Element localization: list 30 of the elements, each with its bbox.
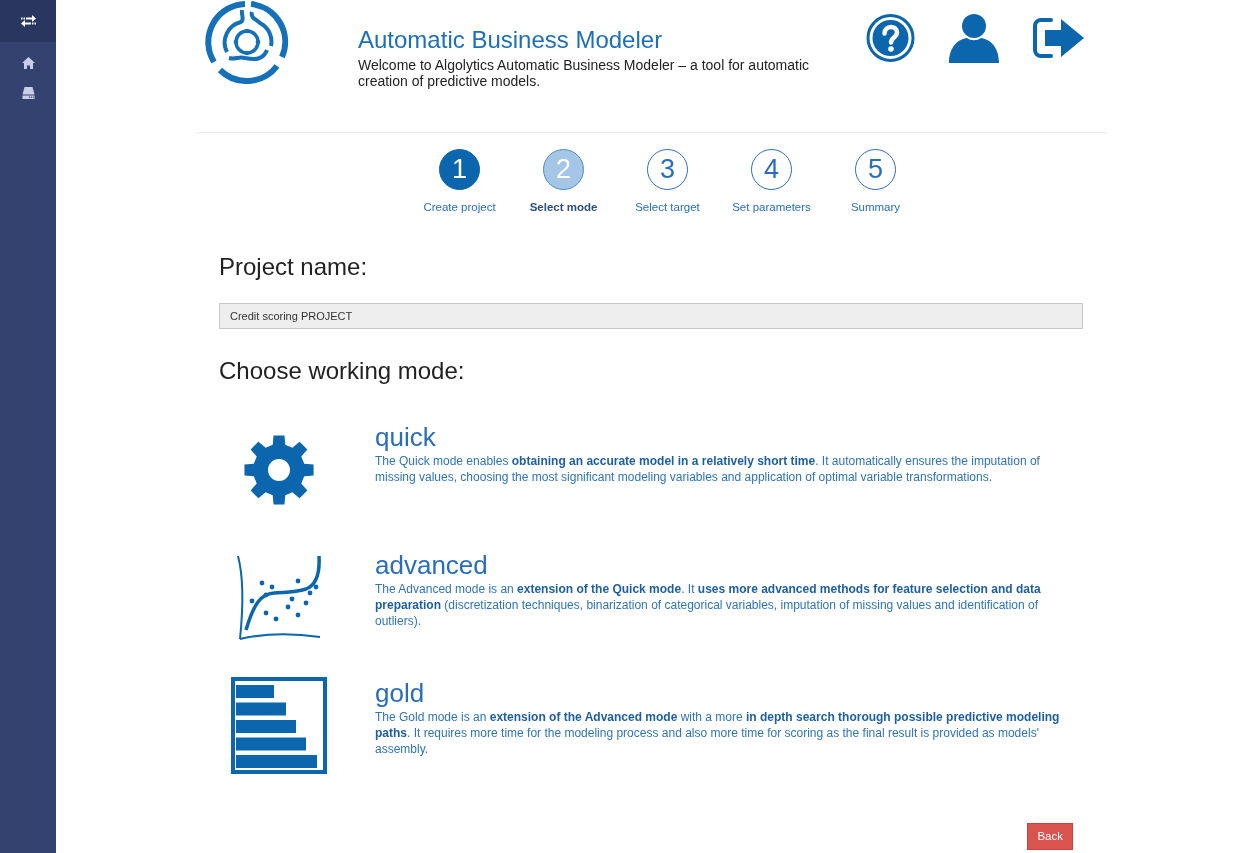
drive-icon[interactable]	[21, 87, 35, 99]
mode-description: The Advanced mode is an extension of the Quick mode. It uses more advanced methods for feature selection and data preparation (discretization techniques, binarization of categorical variables, imputation of missing values and identification of outliers).	[375, 580, 1042, 629]
step-number: 1	[439, 149, 480, 190]
mode-link[interactable]: quick	[375, 422, 436, 452]
help-icon[interactable]	[866, 14, 915, 62]
section-heading: Choose working mode:	[219, 357, 466, 386]
swap-arrows-icon[interactable]	[20, 15, 36, 27]
step-link[interactable]: Select target	[635, 199, 700, 217]
welcome-text: Welcome to Algolytics Automatic Business Modeler – a tool for automatic creation of predictive models.	[358, 56, 811, 89]
step-link[interactable]: Select mode	[529, 199, 598, 217]
section-heading: Project name:	[219, 253, 369, 283]
home-icon[interactable]	[21, 57, 35, 69]
back-button[interactable]: Back	[1027, 822, 1073, 850]
app-title: Automatic Business Modeler	[358, 26, 664, 55]
step-number: 5	[855, 149, 896, 190]
step-number: 2	[543, 149, 584, 190]
scatter-plot-icon	[236, 554, 322, 641]
user-icon[interactable]	[949, 14, 999, 63]
step-number: 3	[647, 149, 688, 190]
step-link[interactable]: Summary	[850, 199, 901, 217]
gear-icon	[244, 434, 314, 505]
step-link[interactable]: Set parameters	[732, 199, 811, 217]
bar-chart-icon	[231, 677, 327, 775]
mode-link[interactable]: gold	[375, 678, 425, 708]
mode-description: The Gold mode is an extension of the Advanced mode with a more in depth search thorough possible predictive modeling paths. It requires more time for the modeling process and also more time for scoring as the final result is provided as models' assembly.	[375, 708, 1061, 757]
mode-description: The Quick mode enables obtaining an accurate model in a relatively short time. It automatically ensures the imputation of missing values, choosing the most significant modeling variables and application of optimal variable transformations.	[375, 452, 1041, 485]
step-link[interactable]: Create project	[423, 199, 496, 217]
mode-link[interactable]: advanced	[375, 550, 488, 580]
logo-icon	[205, 0, 289, 84]
step-number: 4	[751, 149, 792, 190]
